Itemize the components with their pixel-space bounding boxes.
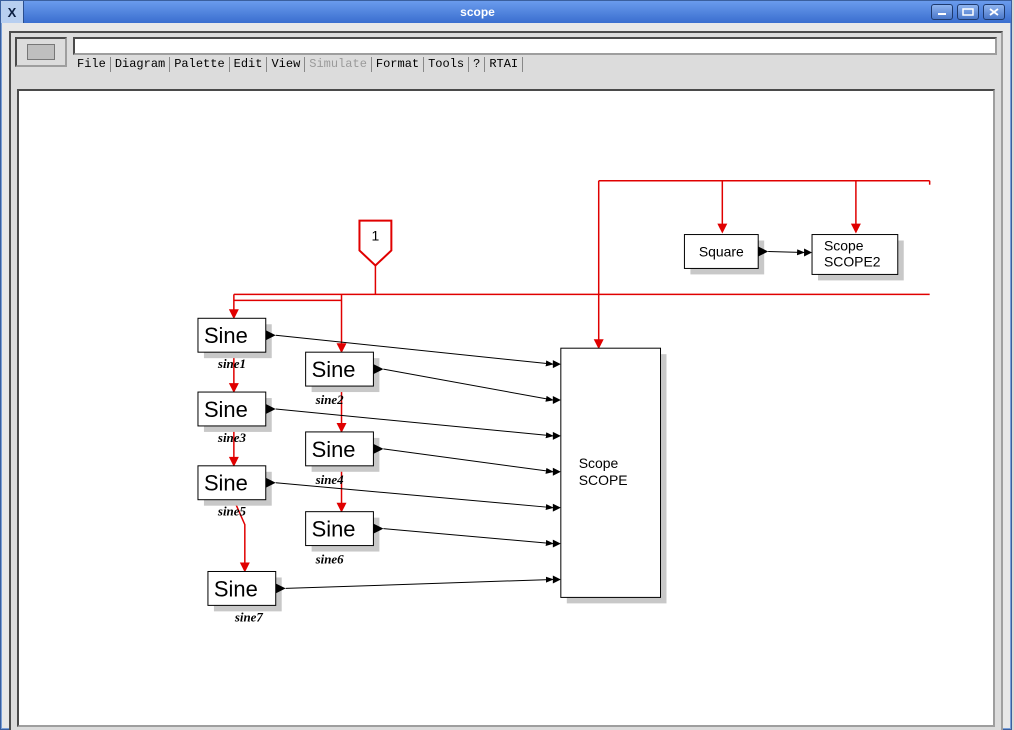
scope2-block[interactable]: Scope SCOPE2	[804, 235, 904, 281]
svg-text:Sine: Sine	[312, 517, 356, 542]
sine6-block[interactable]: Sine	[306, 512, 384, 552]
clock-label: 1	[372, 228, 380, 244]
toolbar: File Diagram Palette Edit View Simulate …	[11, 33, 1001, 72]
sine4-block[interactable]: Sine	[306, 432, 384, 472]
scope-line2: SCOPE	[579, 472, 628, 488]
sine2-caption: sine2	[315, 392, 345, 407]
scope-main-block[interactable]: Scope SCOPE	[553, 348, 667, 603]
menu-simulate: Simulate	[305, 57, 372, 72]
sine6-caption: sine6	[315, 552, 345, 567]
clock-block[interactable]: 1	[359, 221, 391, 266]
client-area: File Diagram Palette Edit View Simulate …	[9, 31, 1003, 730]
sine3-block[interactable]: Sine	[198, 392, 276, 432]
square-block[interactable]: Square	[684, 235, 768, 275]
color-swatch[interactable]	[15, 37, 67, 67]
svg-text:Sine: Sine	[204, 471, 248, 496]
color-swatch-inner	[27, 44, 55, 60]
menu-help[interactable]: ?	[469, 57, 485, 72]
menu-format[interactable]: Format	[372, 57, 424, 72]
sine1-block[interactable]: Sine	[198, 318, 276, 358]
maximize-button[interactable]	[957, 4, 979, 20]
diagram-canvas[interactable]: 1	[17, 89, 995, 727]
sine1-caption: sine1	[217, 356, 246, 371]
window-controls	[931, 4, 1011, 20]
menu-view[interactable]: View	[267, 57, 305, 72]
close-button[interactable]	[983, 4, 1005, 20]
svg-text:Sine: Sine	[214, 576, 258, 601]
sine5-caption: sine5	[217, 504, 247, 519]
sine7-caption: sine7	[234, 609, 264, 624]
application-window: X scope File Diagram	[0, 0, 1012, 730]
sine7-block[interactable]: Sine	[208, 571, 286, 611]
minimize-button[interactable]	[931, 4, 953, 20]
window-title: scope	[24, 5, 931, 19]
menubar: File Diagram Palette Edit View Simulate …	[73, 57, 997, 72]
square-label: Square	[699, 243, 744, 259]
sine5-block[interactable]: Sine	[198, 466, 276, 506]
menu-file[interactable]: File	[73, 57, 111, 72]
sine4-caption: sine4	[315, 472, 345, 487]
diagram-svg: 1	[19, 91, 993, 725]
sine2-block[interactable]: Sine	[306, 352, 384, 392]
system-menu-icon[interactable]: X	[1, 1, 24, 23]
scope2-line1: Scope	[824, 237, 864, 253]
menu-edit[interactable]: Edit	[230, 57, 268, 72]
menu-rtai[interactable]: RTAI	[485, 57, 523, 72]
menu-diagram[interactable]: Diagram	[111, 57, 170, 72]
sine3-caption: sine3	[217, 430, 247, 445]
path-input[interactable]	[73, 37, 997, 55]
svg-text:Sine: Sine	[204, 323, 248, 348]
titlebar: X scope	[1, 1, 1011, 23]
menu-palette[interactable]: Palette	[170, 57, 229, 72]
system-menu-glyph: X	[8, 5, 17, 20]
svg-text:Sine: Sine	[312, 357, 356, 382]
svg-text:Sine: Sine	[204, 397, 248, 422]
scope-line1: Scope	[579, 455, 619, 471]
svg-text:Sine: Sine	[312, 437, 356, 462]
scope2-line2: SCOPE2	[824, 253, 881, 269]
menu-tools[interactable]: Tools	[424, 57, 469, 72]
